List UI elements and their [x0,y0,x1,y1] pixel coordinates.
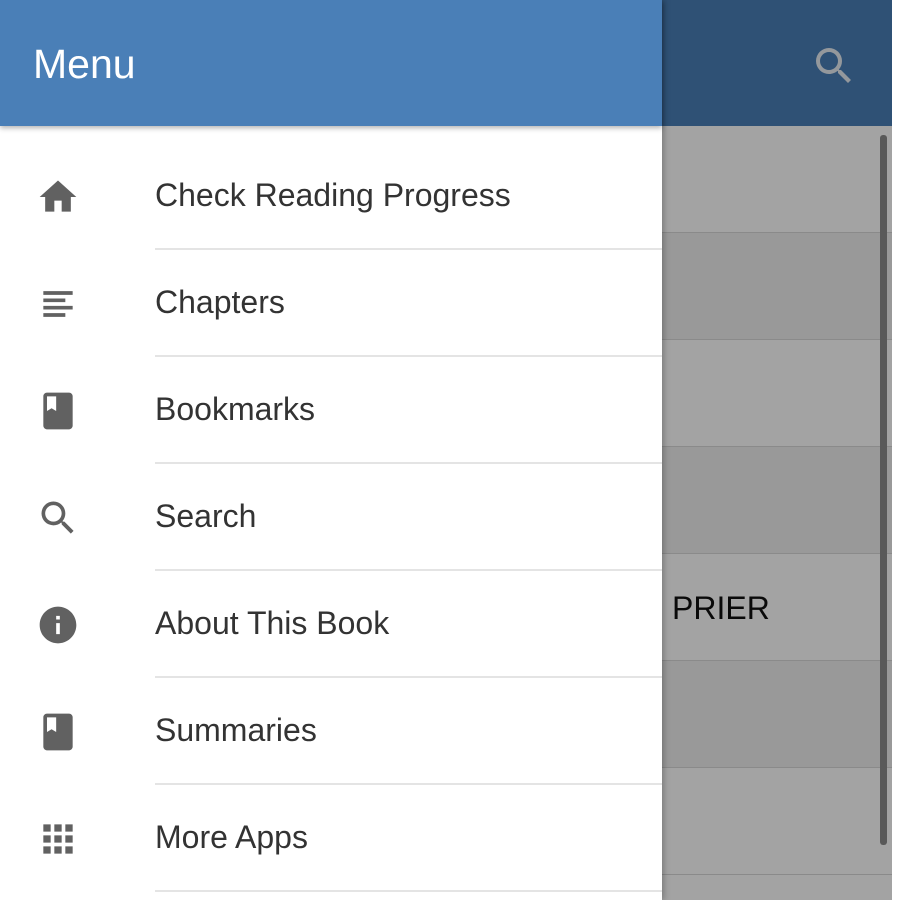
drawer-title: Menu [33,41,136,87]
divider [155,890,662,892]
list-icon [36,282,80,326]
menu-item-label: More Apps [155,819,308,855]
menu-list: Check Reading Progress Chapters Bookmark… [0,143,662,892]
menu-item-chapters[interactable]: Chapters [0,250,662,357]
menu-item-label: Chapters [155,284,285,320]
menu-item-search[interactable]: Search [0,464,662,571]
book-icon [36,389,80,433]
menu-item-check-reading-progress[interactable]: Check Reading Progress [0,143,662,250]
menu-item-summaries[interactable]: Summaries [0,678,662,785]
book-icon [36,710,80,754]
screen: s PRIER Menu Check Reading Progress [0,0,900,900]
home-icon [36,175,80,219]
apps-grid-icon [36,817,80,861]
menu-item-about-this-book[interactable]: About This Book [0,571,662,678]
navigation-drawer: Menu Check Reading Progress Chapters Boo… [0,0,662,900]
drawer-header: Menu [0,0,662,126]
menu-item-bookmarks[interactable]: Bookmarks [0,357,662,464]
menu-item-label: Summaries [155,712,317,748]
menu-item-label: About This Book [155,605,390,641]
screen-edge [892,0,900,900]
info-icon [36,603,80,647]
menu-item-label: Search [155,498,257,534]
search-icon [36,496,80,540]
menu-item-label: Bookmarks [155,391,316,427]
menu-item-more-apps[interactable]: More Apps [0,785,662,892]
menu-item-label: Check Reading Progress [155,177,511,213]
